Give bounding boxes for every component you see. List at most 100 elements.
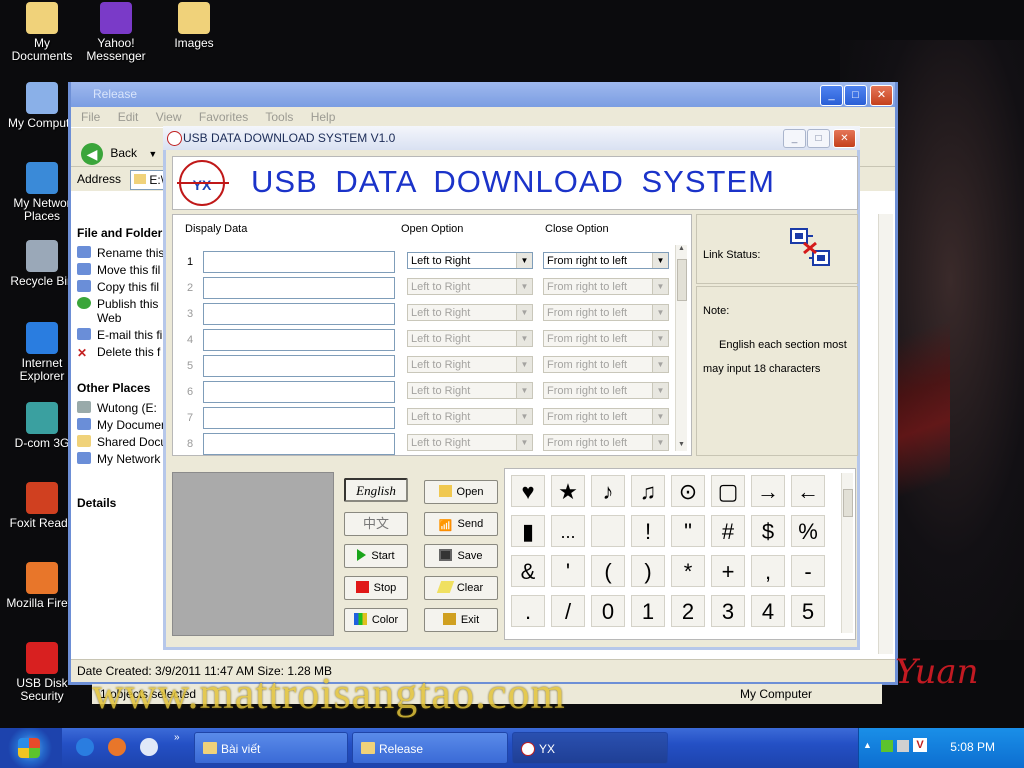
dropdown-arrow-icon[interactable]: ▼	[516, 253, 532, 268]
task-email[interactable]: E-mail this fil	[77, 328, 167, 342]
menu-favorites[interactable]: Favorites	[199, 110, 248, 124]
symbol-key[interactable]: $	[751, 515, 785, 547]
symbol-key[interactable]: 2	[671, 595, 705, 627]
dropdown-arrow-icon[interactable]: ▼	[516, 409, 532, 424]
place-my-documents[interactable]: My Documen	[77, 418, 167, 432]
taskbar-item-yx[interactable]: YX	[512, 732, 668, 764]
place-shared-documents[interactable]: Shared Docu	[77, 435, 167, 449]
start-button[interactable]: Start	[344, 544, 408, 568]
menu-tools[interactable]: Tools	[265, 110, 293, 124]
explorer-maximize-button[interactable]: □	[844, 85, 867, 106]
app-titlebar[interactable]: USB DATA DOWNLOAD SYSTEM V1.0 _ □ ✕	[163, 126, 860, 150]
explorer-close-button[interactable]: ✕	[870, 85, 893, 106]
symbol-key[interactable]: 0	[591, 595, 625, 627]
english-button[interactable]: English	[344, 478, 408, 502]
display-data-input[interactable]	[203, 277, 395, 299]
symbol-key[interactable]	[591, 515, 625, 547]
open-option-select[interactable]: Left to Right ▼	[407, 330, 533, 347]
app-minimize-button[interactable]: _	[783, 129, 806, 148]
symbol-key[interactable]: 3	[711, 595, 745, 627]
display-data-input[interactable]	[203, 251, 395, 273]
menu-help[interactable]: Help	[311, 110, 336, 124]
desktop-icon-my-documents[interactable]: My Documents	[0, 2, 84, 63]
chinese-button[interactable]: 中文	[344, 512, 408, 536]
dropdown-arrow-icon[interactable]: ▼	[652, 305, 668, 320]
display-data-scrollbar[interactable]: ▲ ▼	[675, 245, 687, 451]
start-button[interactable]	[0, 728, 62, 768]
clock[interactable]: 5:08 PM	[950, 740, 995, 754]
symbol-key[interactable]: 4	[751, 595, 785, 627]
dropdown-arrow-icon[interactable]: ▼	[652, 435, 668, 450]
symbol-key[interactable]: ▮	[511, 515, 545, 547]
desktop-icon-yahoo-messenger[interactable]: Yahoo! Messenger	[74, 2, 158, 63]
symbol-scroll-thumb[interactable]	[843, 489, 853, 517]
task-delete[interactable]: ✕ Delete this f	[77, 345, 167, 359]
network-tray-icon[interactable]	[881, 740, 893, 752]
symbol-key[interactable]: )	[631, 555, 665, 587]
symbol-key[interactable]: ♫	[631, 475, 665, 507]
back-button[interactable]: ◀ Back ▼	[81, 140, 157, 166]
close-option-select[interactable]: From right to left ▼	[543, 330, 669, 347]
dropdown-arrow-icon[interactable]: ▼	[652, 279, 668, 294]
symbol-key[interactable]: !	[631, 515, 665, 547]
save-button[interactable]: Save	[424, 544, 498, 568]
app-close-button[interactable]: ✕	[833, 129, 856, 148]
display-data-input[interactable]	[203, 329, 395, 351]
open-option-select[interactable]: Left to Right ▼	[407, 304, 533, 321]
symbol-key[interactable]: &	[511, 555, 545, 587]
display-data-input[interactable]	[203, 407, 395, 429]
display-data-input[interactable]	[203, 355, 395, 377]
media-player-quicklaunch-icon[interactable]	[140, 738, 158, 756]
symbol-key[interactable]: →	[751, 475, 785, 507]
open-option-select[interactable]: Left to Right ▼	[407, 252, 533, 269]
symbol-key[interactable]: ,	[751, 555, 785, 587]
task-rename[interactable]: Rename this	[77, 246, 167, 260]
task-copy[interactable]: Copy this fil	[77, 280, 167, 294]
display-data-input[interactable]	[203, 433, 395, 455]
symbol-key[interactable]: ♥	[511, 475, 545, 507]
symbol-key[interactable]: #	[711, 515, 745, 547]
dropdown-arrow-icon[interactable]: ▼	[516, 305, 532, 320]
open-button[interactable]: Open	[424, 480, 498, 504]
taskbar-item-release[interactable]: Release	[352, 732, 508, 764]
desktop-icon-images-folder[interactable]: Images	[152, 2, 236, 50]
display-data-input[interactable]	[203, 381, 395, 403]
open-option-select[interactable]: Left to Right ▼	[407, 382, 533, 399]
scroll-down-arrow-icon[interactable]: ▼	[676, 441, 687, 451]
task-publish[interactable]: Publish this	[77, 297, 167, 311]
place-my-network[interactable]: My Network	[77, 452, 167, 466]
symbol-key[interactable]: ♪	[591, 475, 625, 507]
dropdown-arrow-icon[interactable]: ▼	[516, 357, 532, 372]
symbol-key[interactable]: "	[671, 515, 705, 547]
dropdown-arrow-icon[interactable]: ▼	[652, 253, 668, 268]
dropdown-arrow-icon[interactable]: ▼	[652, 409, 668, 424]
taskbar-item-bai-viet[interactable]: Bài viết	[194, 732, 348, 764]
task-move[interactable]: Move this fil	[77, 263, 167, 277]
stop-button[interactable]: Stop	[344, 576, 408, 600]
dropdown-arrow-icon[interactable]: ▼	[516, 435, 532, 450]
tray-expand-icon[interactable]: ▲	[863, 740, 872, 750]
symbol-scrollbar[interactable]	[841, 473, 853, 633]
clear-button[interactable]: Clear	[424, 576, 498, 600]
symbol-key[interactable]: ▢	[711, 475, 745, 507]
symbol-key[interactable]: 5	[791, 595, 825, 627]
menu-view[interactable]: View	[156, 110, 182, 124]
color-button[interactable]: Color	[344, 608, 408, 632]
dropdown-arrow-icon[interactable]: ▼	[516, 331, 532, 346]
menu-edit[interactable]: Edit	[118, 110, 139, 124]
exit-button[interactable]: Exit	[424, 608, 498, 632]
symbol-key[interactable]: 1	[631, 595, 665, 627]
scroll-thumb[interactable]	[677, 259, 687, 301]
close-option-select[interactable]: From right to left ▼	[543, 434, 669, 451]
symbol-key[interactable]: '	[551, 555, 585, 587]
dropdown-arrow-icon[interactable]: ▼	[516, 279, 532, 294]
close-option-select[interactable]: From right to left ▼	[543, 252, 669, 269]
close-option-select[interactable]: From right to left ▼	[543, 278, 669, 295]
symbol-key[interactable]: *	[671, 555, 705, 587]
close-option-select[interactable]: From right to left ▼	[543, 408, 669, 425]
close-option-select[interactable]: From right to left ▼	[543, 382, 669, 399]
antivirus-tray-icon[interactable]: V	[913, 738, 927, 752]
dropdown-arrow-icon[interactable]: ▼	[652, 357, 668, 372]
scroll-up-arrow-icon[interactable]: ▲	[676, 245, 687, 255]
dropdown-arrow-icon[interactable]: ▼	[652, 331, 668, 346]
